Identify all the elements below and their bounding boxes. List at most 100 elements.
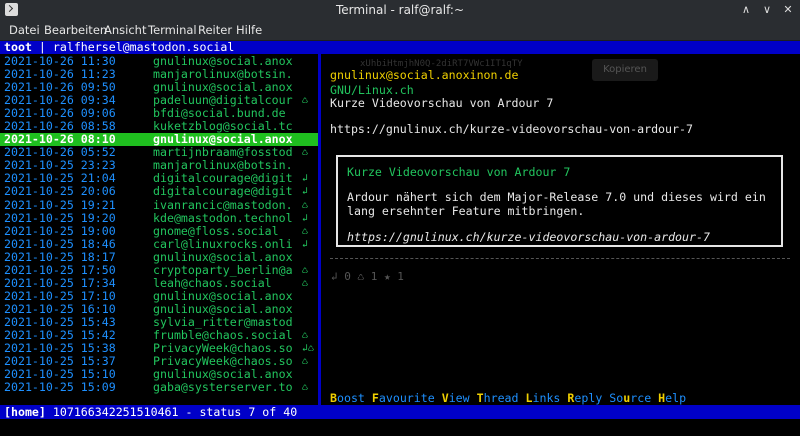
status-text: Kurze Videovorschau von Ardour 7 xyxy=(330,96,554,110)
timeline-row[interactable]: 2021-10-25 19:00 gnome@floss.social ♺ xyxy=(0,223,320,238)
status-bar: [home] 107166342251510461 - status 7 of … xyxy=(0,405,800,419)
row-flag-icon: ↲ xyxy=(302,212,309,224)
row-account: PrivacyWeek@chaos.so xyxy=(153,341,293,356)
row-flag-icon: ♺ xyxy=(302,277,309,289)
timeline-row[interactable]: 2021-10-25 17:34 leah@chaos.social ♺ xyxy=(0,275,320,290)
action-favourite[interactable]: Favourite xyxy=(372,391,435,405)
row-account: digitalcourage@digit xyxy=(153,171,293,186)
row-date: 2021-10-25 15:42 xyxy=(4,327,116,342)
timeline-row[interactable]: 2021-10-25 18:46 carl@linuxrocks.onli ↲ xyxy=(0,236,320,251)
row-date: 2021-10-25 15:09 xyxy=(4,380,116,395)
action-label: oost xyxy=(336,391,365,405)
row-account: frumble@chaos.social xyxy=(153,327,293,342)
timeline-name: [home] xyxy=(4,405,46,419)
divider-line xyxy=(330,258,790,259)
row-account: carl@linuxrocks.onli xyxy=(153,236,293,251)
timeline-row[interactable]: 2021-10-25 17:50 cryptoparty_berlin@a ♺ xyxy=(0,262,320,277)
row-flag-icon: ↲ xyxy=(302,173,309,185)
row-account: manjarolinux@botsin. xyxy=(153,158,293,173)
action-view[interactable]: View xyxy=(442,391,470,405)
maximize-icon[interactable]: ∨ xyxy=(760,3,774,17)
row-account: ivanrancic@mastodon. xyxy=(153,197,293,212)
card-description: Ardour nähert sich dem Major-Release 7.0… xyxy=(347,190,766,218)
action-help[interactable]: Help xyxy=(658,391,686,405)
action-boost[interactable]: Boost xyxy=(330,391,365,405)
terminal-content[interactable]: toot | ralfhersel@mastodon.social 2021-1… xyxy=(0,41,800,436)
window-title: Terminal - ralf@ralf:~ xyxy=(335,3,465,17)
account-name: ralfhersel@mastodon.social xyxy=(52,40,235,54)
menu-ansicht[interactable]: Ansicht xyxy=(104,23,146,37)
menu-datei[interactable]: Datei xyxy=(9,23,40,37)
row-date: 2021-10-25 23:23 xyxy=(4,158,116,173)
row-account: gnulinux@social.anox xyxy=(153,80,293,95)
pane-divider xyxy=(318,54,321,405)
row-account: martijnbraam@fosstod xyxy=(153,145,293,160)
action-hotkey: T xyxy=(476,391,484,405)
timeline-row[interactable]: 2021-10-25 17:10 gnulinux@social.anox xyxy=(0,289,320,303)
card-url[interactable]: https://gnulinux.ch/kurze-videovorschau-… xyxy=(347,230,710,244)
row-date: 2021-10-26 09:50 xyxy=(4,80,116,95)
action-links[interactable]: Links xyxy=(526,391,561,405)
row-account: gaba@systerserver.to xyxy=(153,380,293,395)
action-label: inks xyxy=(532,391,561,405)
timeline-row[interactable]: 2021-10-25 19:21 ivanrancic@mastodon. ♺ xyxy=(0,197,320,212)
minimize-icon[interactable]: ∧ xyxy=(739,3,753,17)
action-label: elp xyxy=(665,391,687,405)
row-flag-icon: ♺ xyxy=(302,199,309,211)
row-date: 2021-10-25 18:17 xyxy=(4,249,116,264)
action-hotkey: B xyxy=(330,391,337,405)
toot-header: toot | ralfhersel@mastodon.social xyxy=(0,41,800,54)
terminal-window: Terminal - ralf@ralf:~ ∧ ∨ ✕ Datei Bearb… xyxy=(0,0,800,436)
row-flag-icon: ♺ xyxy=(302,382,309,394)
row-date: 2021-10-26 11:23 xyxy=(4,67,116,82)
row-account: manjarolinux@botsin. xyxy=(153,67,293,82)
row-account: kuketzblog@social.tc xyxy=(153,119,293,134)
row-flag-icon: ♺ xyxy=(302,329,309,341)
menu-terminal[interactable]: Terminal xyxy=(148,23,197,37)
row-date: 2021-10-25 20:06 xyxy=(4,184,116,199)
row-date: 2021-10-25 16:10 xyxy=(4,301,116,316)
action-label: avourite xyxy=(378,391,435,405)
action-thread[interactable]: Thread xyxy=(477,391,519,405)
timeline-row[interactable]: 2021-10-25 19:20 kde@mastodon.technol ↲ xyxy=(0,210,320,225)
status-account: gnulinux@social.anoxinon.de xyxy=(330,68,519,82)
action-source[interactable]: Source xyxy=(609,391,651,405)
row-flag-icon: ♺ xyxy=(302,95,309,107)
menu-bar: Datei Bearbeiten Ansicht Terminal Reiter… xyxy=(0,20,800,41)
row-date: 2021-10-25 19:20 xyxy=(4,210,116,225)
menu-reiter[interactable]: Reiter xyxy=(198,23,232,37)
row-date: 2021-10-25 17:34 xyxy=(4,275,116,290)
row-date: 2021-10-25 15:38 xyxy=(4,341,116,356)
row-account: cryptoparty_berlin@a xyxy=(153,262,293,277)
status-url[interactable]: https://gnulinux.ch/kurze-videovorschau-… xyxy=(330,122,693,136)
link-card[interactable]: Kurze Videovorschau von Ardour 7 Ardour … xyxy=(336,155,783,247)
row-date: 2021-10-25 15:37 xyxy=(4,354,116,369)
action-reply[interactable]: Reply xyxy=(567,391,602,405)
timeline-row[interactable]: 2021-10-25 16:10 gnulinux@social.anox xyxy=(0,301,320,316)
status-display-name: GNU/Linux.ch xyxy=(330,83,414,97)
row-account: gnome@floss.social xyxy=(153,223,279,238)
row-date: 2021-10-26 11:30 xyxy=(4,54,116,68)
action-prefix: So xyxy=(609,391,624,405)
menu-bearbeiten[interactable]: Bearbeiten xyxy=(44,23,107,37)
row-date: 2021-10-25 15:10 xyxy=(4,367,116,382)
close-icon[interactable]: ✕ xyxy=(781,3,795,17)
row-flag-icon: ↲ xyxy=(302,238,309,250)
menu-hilfe[interactable]: Hilfe xyxy=(236,23,262,37)
status-stats: ↲ 0 ♺ 1 ★ 1 xyxy=(331,270,404,283)
status-position: - status 7 of 40 xyxy=(178,405,298,419)
row-date: 2021-10-25 21:04 xyxy=(4,171,116,186)
timeline-list[interactable]: 2021-10-26 11:30 gnulinux@social.anox 2021… xyxy=(0,55,320,394)
action-hotkey: F xyxy=(371,391,379,405)
row-date: 2021-10-26 08:10 xyxy=(4,132,116,147)
timeline-row[interactable]: 2021-10-25 20:06 digitalcourage@digit ↲ xyxy=(0,185,320,198)
timeline-row[interactable]: 2021-10-25 15:09 gaba@systerserver.to ♺ xyxy=(0,381,320,394)
title-bar[interactable]: Terminal - ralf@ralf:~ ∧ ∨ ✕ xyxy=(0,0,800,20)
row-account: gnulinux@social.anox xyxy=(153,367,293,382)
timeline-row[interactable]: 2021-10-25 18:17 gnulinux@social.anox xyxy=(0,249,320,264)
row-account: leah@chaos.social xyxy=(153,275,272,290)
row-date: 2021-10-25 19:21 xyxy=(4,197,116,212)
row-account: gnulinux@social.anox xyxy=(153,54,293,68)
row-flag-icon: ♺ xyxy=(302,356,309,368)
action-label: iew xyxy=(448,391,470,405)
